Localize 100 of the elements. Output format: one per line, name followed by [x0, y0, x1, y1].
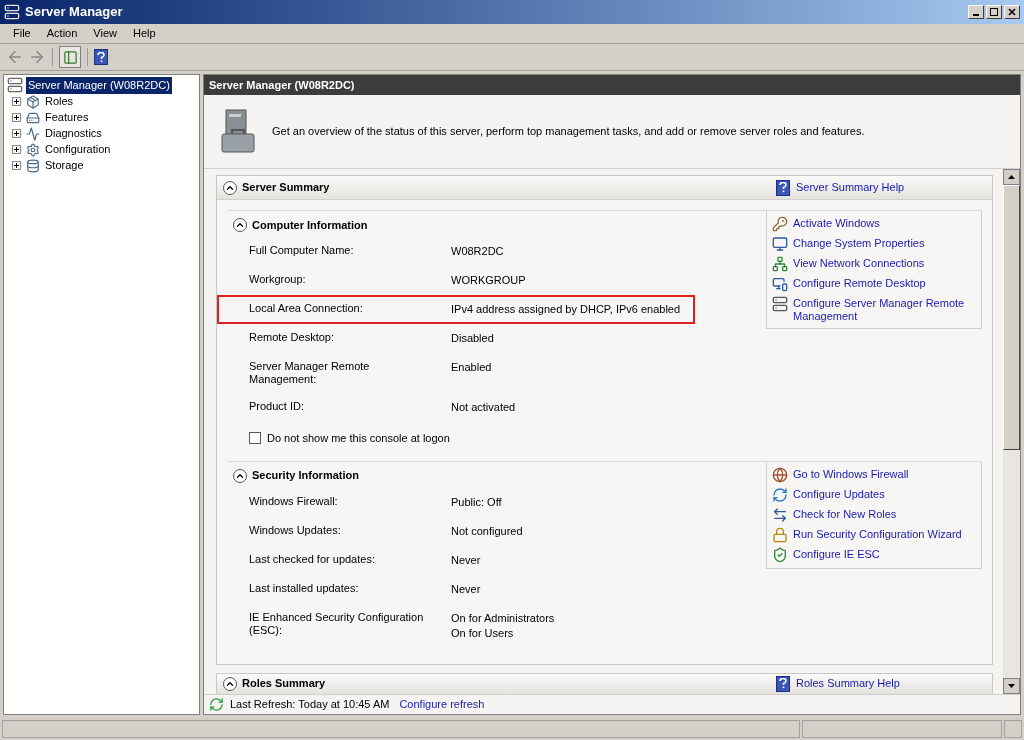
task-link[interactable]: Run Security Configuration Wizard: [793, 527, 962, 541]
field-label: Remote Desktop:: [249, 331, 335, 345]
menu-item[interactable]: File: [6, 25, 38, 42]
expand-toggle[interactable]: [12, 113, 21, 122]
field-value: Never: [451, 581, 481, 597]
tree-item[interactable]: Storage: [45, 157, 84, 174]
remote-desktop-icon: [772, 276, 788, 292]
help-icon: [776, 179, 790, 196]
task-link[interactable]: Configure Remote Desktop: [793, 277, 926, 290]
collapse-toggle[interactable]: [233, 468, 247, 483]
menu-item[interactable]: Action: [39, 25, 85, 42]
shield-check-icon: [772, 546, 788, 563]
task-link[interactable]: View Network Connections: [793, 257, 925, 270]
field-label: Local Area Connection:: [249, 302, 364, 316]
scroll-thumb[interactable]: [1003, 185, 1020, 450]
minimize-button[interactable]: [968, 5, 984, 19]
server-icon: [4, 4, 20, 20]
field-label: Windows Firewall:: [249, 494, 339, 509]
field-value: Never: [451, 552, 481, 568]
field-value: WORKGROUP: [451, 273, 526, 288]
field-value: Not activated: [451, 400, 516, 415]
scroll-down-button[interactable]: [1003, 678, 1020, 694]
field-label: IE Enhanced Security Configuration (ESC):: [249, 610, 425, 638]
task-link[interactable]: Check for New Roles: [793, 507, 897, 521]
help-icon: [776, 675, 790, 692]
subsection-title: Computer Information: [252, 217, 368, 233]
task-link[interactable]: Activate Windows: [793, 217, 880, 230]
chevron-up-icon: [235, 220, 245, 230]
field-label: Workgroup:: [249, 273, 307, 287]
field-label: Full Computer Name:: [249, 244, 355, 258]
tree-item[interactable]: Configuration: [45, 141, 111, 158]
console-tree-button[interactable]: [59, 46, 81, 68]
field-label: Windows Updates:: [249, 523, 342, 538]
close-button[interactable]: [1004, 5, 1020, 19]
field-label: Server Manager Remote Management:: [249, 360, 371, 386]
task-link[interactable]: Configure Server Manager Remote Management: [793, 297, 965, 323]
server-icon: [7, 77, 23, 94]
globe-icon: [772, 466, 788, 483]
down-arrow-icon: [1008, 684, 1015, 688]
section-title: Server Summary: [242, 180, 330, 196]
subsection-title: Security Information: [252, 468, 359, 484]
pane-header: Server Manager (W08R2DC): [204, 75, 1020, 95]
field-value: Public: Off: [451, 494, 502, 510]
intro-text: Get an overview of the status of this server, perform top management tasks, and add or remove server roles and features.: [272, 124, 865, 140]
collapse-toggle[interactable]: [223, 180, 237, 195]
refresh-status: Last Refresh: Today at 10:45 AM: [230, 697, 390, 713]
field-value: IPv4 address assigned by DHCP, IPv6 enabled: [451, 302, 681, 317]
window-title: Server Manager: [25, 3, 123, 22]
task-link[interactable]: Configure Updates: [793, 487, 885, 501]
help-link[interactable]: Server Summary Help: [796, 179, 905, 196]
checkbox[interactable]: [249, 432, 261, 445]
tree-item[interactable]: Diagnostics: [45, 125, 102, 142]
server-icon: [772, 296, 788, 312]
section-title: Roles Summary: [242, 676, 326, 692]
maximize-button[interactable]: [986, 5, 1002, 19]
field-label: Last installed updates:: [249, 581, 360, 596]
field-value: Not configured: [451, 523, 523, 539]
menu-item[interactable]: View: [86, 25, 124, 42]
network-icon: [772, 256, 788, 272]
diagnostics-icon: [26, 126, 40, 141]
field-value: Disabled: [451, 331, 494, 346]
expand-toggle[interactable]: [12, 145, 21, 154]
field-value: Enabled: [451, 360, 492, 375]
up-arrow-icon: [1008, 175, 1015, 179]
help-button[interactable]: [94, 49, 108, 65]
collapse-toggle[interactable]: [233, 218, 247, 232]
field-label: Product ID:: [249, 400, 306, 414]
maximize-icon: [990, 8, 998, 16]
storage-icon: [26, 158, 40, 173]
task-link[interactable]: Configure IE ESC: [793, 547, 880, 561]
expand-toggle[interactable]: [12, 129, 21, 138]
configure-refresh-link[interactable]: Configure refresh: [399, 696, 485, 713]
monitor-icon: [772, 236, 788, 252]
task-link[interactable]: Change System Properties: [793, 237, 925, 250]
menu-item[interactable]: Help: [125, 25, 163, 42]
scrollbar[interactable]: [1003, 169, 1020, 694]
lock-icon: [772, 526, 788, 543]
minimize-icon: [973, 13, 979, 16]
roles-icon: [26, 94, 40, 109]
panel-icon: [62, 49, 78, 65]
tree-item[interactable]: Roles: [45, 93, 74, 110]
refresh-icon: [209, 697, 224, 712]
expand-toggle[interactable]: [12, 161, 21, 170]
field-value: On for Administrators On for Users: [451, 610, 555, 641]
key-icon: [772, 216, 788, 232]
field-value: W08R2DC: [451, 244, 504, 259]
configuration-icon: [26, 142, 40, 157]
arrows-icon: [772, 506, 788, 523]
help-link[interactable]: Roles Summary Help: [796, 675, 900, 692]
help-icon: [94, 49, 108, 65]
update-icon: [772, 486, 788, 503]
collapse-toggle[interactable]: [223, 676, 237, 691]
task-link[interactable]: Go to Windows Firewall: [793, 467, 909, 481]
expand-toggle[interactable]: [12, 97, 21, 106]
scroll-up-button[interactable]: [1003, 169, 1020, 185]
checkbox-label: Do not show me this console at logon: [267, 431, 450, 446]
field-label: Last checked for updates:: [249, 552, 376, 567]
close-icon: [1008, 8, 1016, 16]
tree-item[interactable]: Features: [45, 109, 89, 126]
tree-item[interactable]: Server Manager (W08R2DC): [26, 77, 172, 94]
